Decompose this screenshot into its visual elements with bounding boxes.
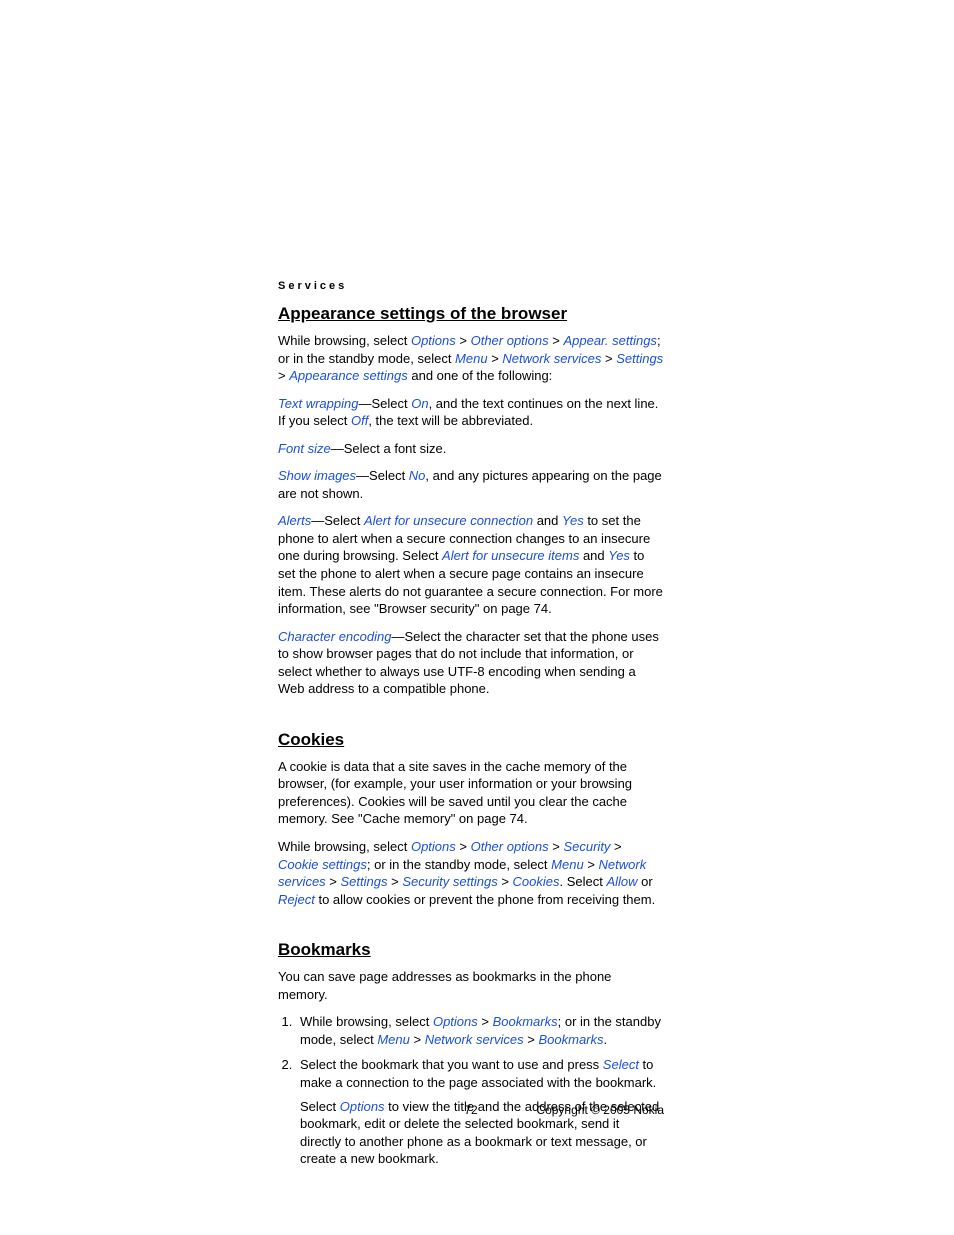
- link-cookie-settings[interactable]: Cookie settings: [278, 857, 367, 872]
- link-cookies[interactable]: Cookies: [513, 874, 560, 889]
- bookmarks-steps: While browsing, select Options > Bookmar…: [278, 1013, 664, 1167]
- link-appear-settings[interactable]: Appear. settings: [563, 333, 656, 348]
- link-alerts[interactable]: Alerts: [278, 513, 311, 528]
- link-off[interactable]: Off: [351, 413, 368, 428]
- alerts-para: Alerts—Select Alert for unsecure connect…: [278, 512, 664, 617]
- heading-appearance: Appearance settings of the browser: [278, 304, 664, 324]
- link-options[interactable]: Options: [411, 333, 456, 348]
- link-options[interactable]: Options: [433, 1014, 478, 1029]
- link-settings[interactable]: Settings: [341, 874, 388, 889]
- link-allow[interactable]: Allow: [606, 874, 637, 889]
- show-images-para: Show images—Select No, and any pictures …: [278, 467, 664, 502]
- link-other-options[interactable]: Other options: [471, 839, 549, 854]
- link-show-images[interactable]: Show images: [278, 468, 356, 483]
- text-wrapping-para: Text wrapping—Select On, and the text co…: [278, 395, 664, 430]
- link-bookmarks[interactable]: Bookmarks: [493, 1014, 558, 1029]
- link-appearance-settings[interactable]: Appearance settings: [289, 368, 408, 383]
- heading-bookmarks: Bookmarks: [278, 940, 664, 960]
- link-alert-unsecure-items[interactable]: Alert for unsecure items: [442, 548, 579, 563]
- cookies-intro: A cookie is data that a site saves in th…: [278, 758, 664, 828]
- character-encoding-para: Character encoding—Select the character …: [278, 628, 664, 698]
- link-yes[interactable]: Yes: [608, 548, 630, 563]
- page-header: Services: [278, 280, 664, 292]
- link-options[interactable]: Options: [340, 1099, 385, 1114]
- link-on[interactable]: On: [411, 396, 428, 411]
- link-network-services[interactable]: Network services: [502, 351, 601, 366]
- link-menu[interactable]: Menu: [377, 1032, 410, 1047]
- document-page: Services Appearance settings of the brow…: [0, 0, 954, 1235]
- link-other-options[interactable]: Other options: [471, 333, 549, 348]
- bookmarks-intro: You can save page addresses as bookmarks…: [278, 968, 664, 1003]
- link-font-size[interactable]: Font size: [278, 441, 331, 456]
- link-network-services[interactable]: Network services: [425, 1032, 524, 1047]
- link-text-wrapping[interactable]: Text wrapping: [278, 396, 358, 411]
- link-no[interactable]: No: [409, 468, 426, 483]
- link-alert-unsecure-connection[interactable]: Alert for unsecure connection: [364, 513, 533, 528]
- link-menu[interactable]: Menu: [455, 351, 488, 366]
- link-menu[interactable]: Menu: [551, 857, 584, 872]
- link-select[interactable]: Select: [603, 1057, 639, 1072]
- link-yes[interactable]: Yes: [562, 513, 584, 528]
- link-security-settings[interactable]: Security settings: [402, 874, 497, 889]
- heading-cookies: Cookies: [278, 730, 664, 750]
- link-reject[interactable]: Reject: [278, 892, 315, 907]
- link-settings[interactable]: Settings: [616, 351, 663, 366]
- link-bookmarks[interactable]: Bookmarks: [538, 1032, 603, 1047]
- font-size-para: Font size—Select a font size.: [278, 440, 664, 458]
- link-character-encoding[interactable]: Character encoding: [278, 629, 391, 644]
- link-options[interactable]: Options: [411, 839, 456, 854]
- appearance-intro: While browsing, select Options > Other o…: [278, 332, 664, 385]
- page-number: 72: [464, 1103, 477, 1117]
- link-security[interactable]: Security: [563, 839, 610, 854]
- cookies-path: While browsing, select Options > Other o…: [278, 838, 664, 908]
- copyright: Copyright © 2005 Nokia: [536, 1103, 664, 1117]
- list-item: While browsing, select Options > Bookmar…: [296, 1013, 664, 1048]
